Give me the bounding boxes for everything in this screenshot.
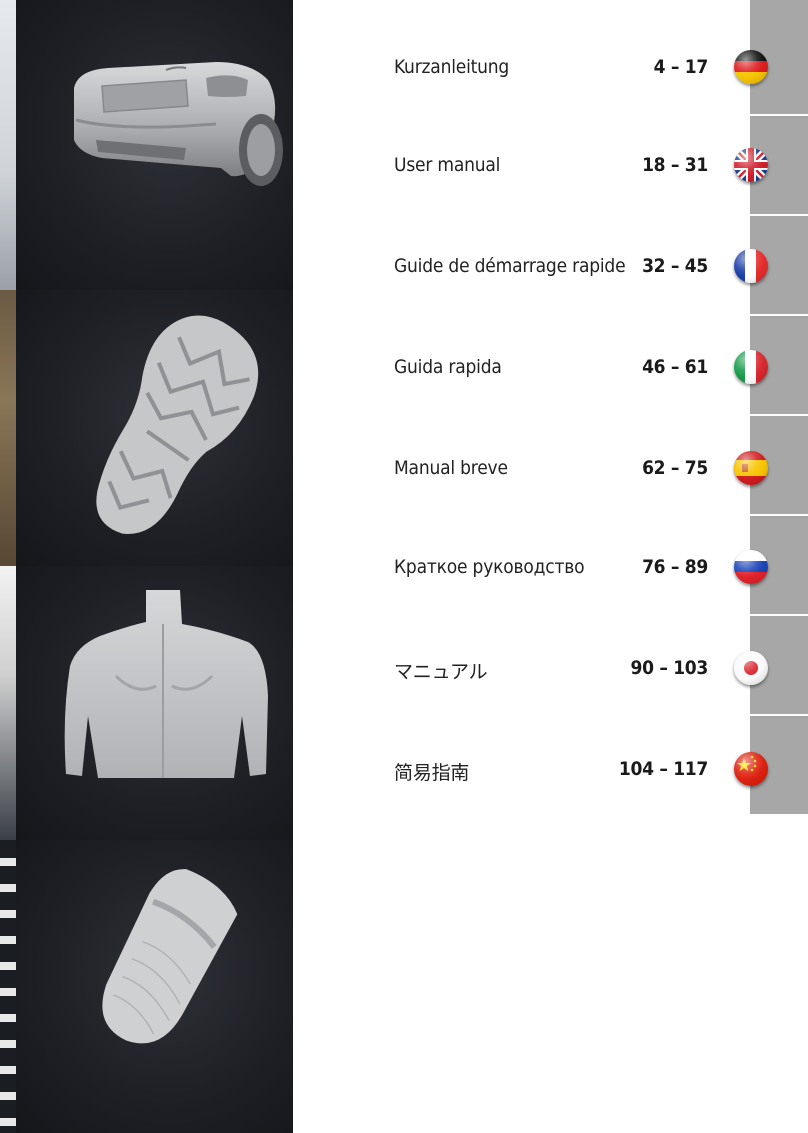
- photo-edge-stones: [0, 290, 16, 566]
- toc-pages: 18 – 31: [642, 154, 708, 176]
- photo-edge-studio: [0, 566, 16, 840]
- toc-pages: 62 – 75: [642, 457, 708, 479]
- toc-title: Guide de démarrage rapide: [394, 255, 626, 277]
- toc-title: Guida rapida: [394, 356, 502, 378]
- toc-pages: 4 – 17: [653, 56, 709, 78]
- toc-pages: 46 – 61: [642, 356, 708, 378]
- toc-title: マニュアル: [394, 661, 488, 683]
- toc-title: Kurzanleitung: [394, 56, 510, 78]
- toc-row-italian[interactable]: Guida rapida 46 – 61: [394, 348, 768, 388]
- toc-title: Краткое руководство: [394, 556, 585, 578]
- toc-row-spanish[interactable]: Manual breve 62 – 75: [394, 449, 768, 489]
- toc-title: 简易指南: [394, 762, 470, 784]
- toc-row-french[interactable]: Guide de démarrage rapide 32 – 45: [394, 247, 768, 287]
- toc-row-chinese[interactable]: 简易指南 104 – 117: [394, 750, 768, 790]
- scan-image-finger: [16, 840, 293, 1133]
- toc-pages: 32 – 45: [642, 255, 708, 277]
- toc-row-german[interactable]: Kurzanleitung 4 – 17: [394, 48, 768, 88]
- toc-row-russian[interactable]: Краткое руководство 76 – 89: [394, 548, 768, 588]
- toc-row-japanese[interactable]: マニュアル 90 – 103: [394, 649, 768, 689]
- flag-spain-icon: [734, 451, 768, 485]
- toc-title: User manual: [394, 154, 501, 176]
- flag-china-icon: [734, 752, 768, 786]
- flag-germany-icon: [734, 50, 768, 84]
- flag-united-kingdom-icon: [734, 148, 768, 182]
- toc-pages: 76 – 89: [642, 556, 708, 578]
- photo-edge-strip: [0, 0, 16, 1133]
- scan-image-human-back: [16, 566, 293, 840]
- toc-pages: 90 – 103: [630, 657, 708, 679]
- flag-italy-icon: [734, 350, 768, 384]
- flag-russia-icon: [734, 550, 768, 584]
- flag-france-icon: [734, 249, 768, 283]
- toc-pages: 104 – 117: [618, 758, 708, 780]
- scan-image-shoe-sole: [16, 290, 293, 566]
- flag-japan-icon: [734, 651, 768, 685]
- photo-edge-stripes: [0, 840, 16, 1133]
- toc-title: Manual breve: [394, 457, 508, 479]
- photo-edge-car: [0, 0, 16, 290]
- scan-image-car: [16, 0, 293, 290]
- toc-row-english[interactable]: User manual 18 – 31: [394, 146, 768, 186]
